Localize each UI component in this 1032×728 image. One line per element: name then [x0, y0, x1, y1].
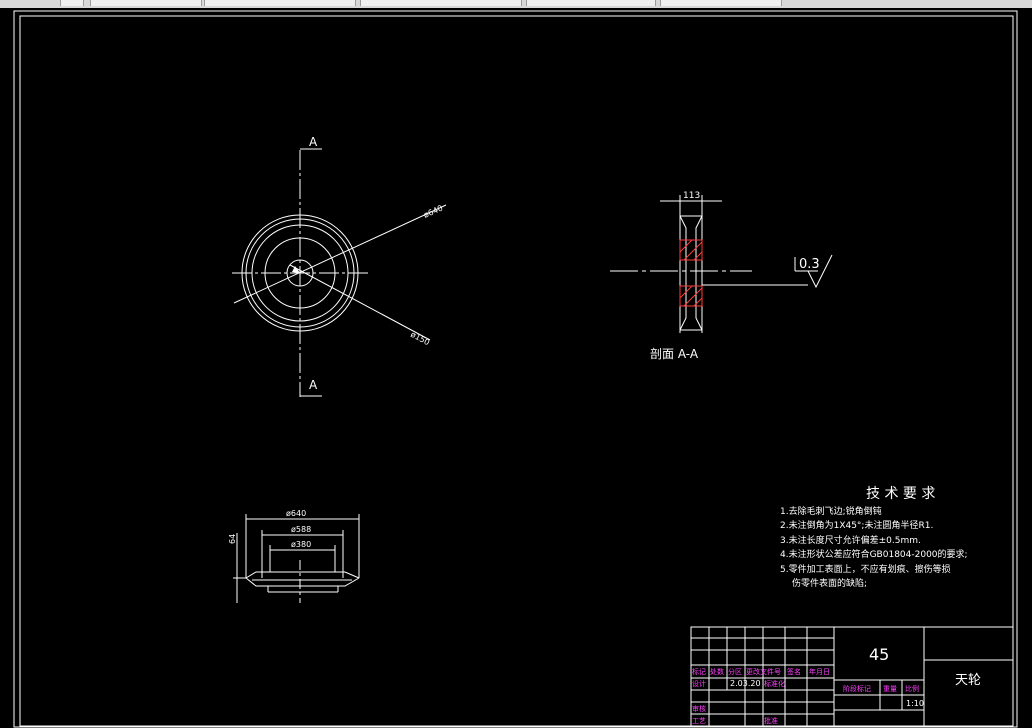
dim-outer-diameter: ø640 [422, 203, 444, 219]
tb-material: 45 [869, 645, 889, 664]
section-width-dim: 113 [683, 191, 700, 201]
dim-hub-diameter: ø150 [409, 330, 431, 347]
tech-req-title: 技 术 要 求 [866, 486, 935, 502]
side-dim-height: 64 [228, 534, 237, 544]
tb-label-signature: 签名 [787, 667, 801, 676]
tb-label-review: 审核 [692, 704, 706, 713]
toolbar-tab-5[interactable] [660, 0, 782, 6]
tb-label-change-doc: 更改文件号 [746, 667, 781, 676]
side-dim-outer: ø640 [286, 509, 306, 518]
tech-req-item-3: 3.未注长度尺寸允许偏差±0.5mm. [780, 534, 921, 546]
tb-date: 2.03.20 [730, 679, 761, 688]
tech-req-item-2: 2.未注倒角为1X45°;未注圆角半径R1. [780, 519, 933, 531]
tb-label-process: 工艺 [692, 717, 706, 725]
toolbar-strip [0, 0, 1032, 8]
tb-label-ymd: 年月日 [809, 667, 830, 676]
section-title: 剖面 A-A [650, 347, 699, 361]
section-hatch [679, 239, 703, 307]
toolbar-tab-4[interactable] [526, 0, 656, 6]
tech-req-item-6: 伤零件表面的缺陷; [792, 577, 867, 589]
tb-label-standardize: 标准化 [764, 679, 785, 688]
outer-frame [13, 10, 1018, 728]
tb-label-count: 处数 [710, 667, 724, 676]
tb-label-marker: 标记 [692, 667, 706, 676]
side-dim-middle: ø588 [291, 525, 311, 534]
inner-frame [19, 15, 1014, 727]
toolbar-tab-2[interactable] [204, 0, 356, 6]
tech-req-item-5: 5.零件加工表面上，不应有划痕、擦伤等损 [780, 563, 951, 575]
toolbar-tab-3[interactable] [360, 0, 522, 6]
tb-label-weight: 重量 [883, 685, 897, 693]
tb-label-zone: 分区 [728, 667, 742, 676]
toolbar-tab-1[interactable] [90, 0, 202, 6]
section-marker-top: A [309, 135, 318, 149]
toolbar-icon[interactable] [60, 0, 84, 6]
front-view [232, 148, 447, 397]
tb-label-approve: 批准 [764, 716, 778, 725]
tb-label-designer: 设计 [692, 679, 706, 688]
tb-scale-value: 1:10 [906, 699, 924, 708]
drawing-canvas[interactable]: A A ø640 ø150 113 0.3 剖面 A-A ø640 ø588 ø… [0, 8, 1032, 728]
tb-label-stage-mark: 阶段标记 [843, 684, 871, 693]
section-marker-bottom: A [309, 378, 318, 392]
tech-req-item-1: 1.去除毛刺飞边;锐角倒钝 [780, 505, 882, 517]
tech-req-item-4: 4.未注形状公差应符合GB01804-2000的要求; [780, 548, 968, 560]
tb-part-name: 天轮 [955, 673, 981, 688]
runout-value: 0.3 [799, 257, 820, 272]
tb-label-scale: 比例 [905, 684, 919, 693]
side-dim-inner: ø380 [291, 540, 311, 549]
